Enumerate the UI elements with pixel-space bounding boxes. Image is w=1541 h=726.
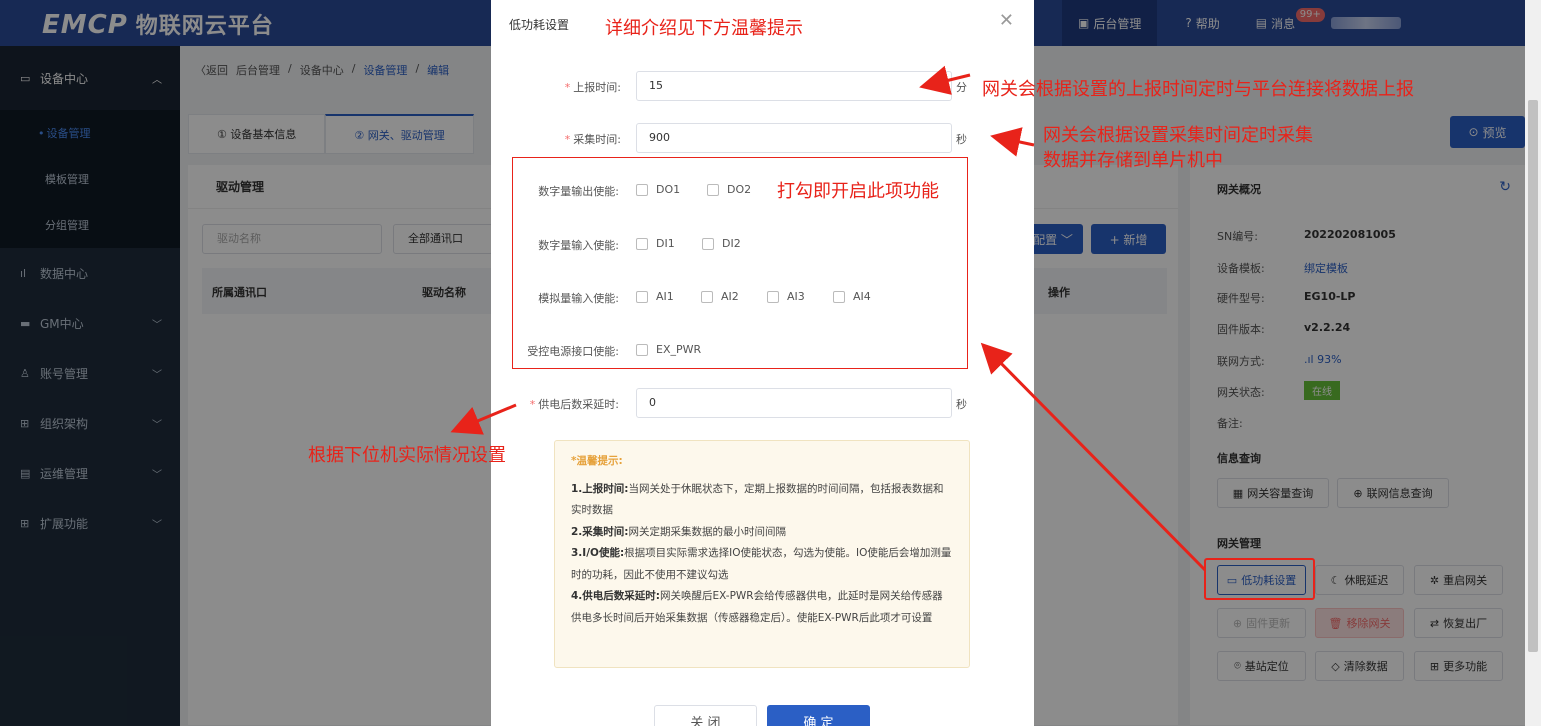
arrow-low-power: [980, 342, 1207, 572]
arrow-delay: [450, 403, 517, 435]
arrow-report: [919, 65, 971, 95]
annotation-arrows: [450, 65, 1207, 572]
arrow-collect: [990, 127, 1035, 157]
